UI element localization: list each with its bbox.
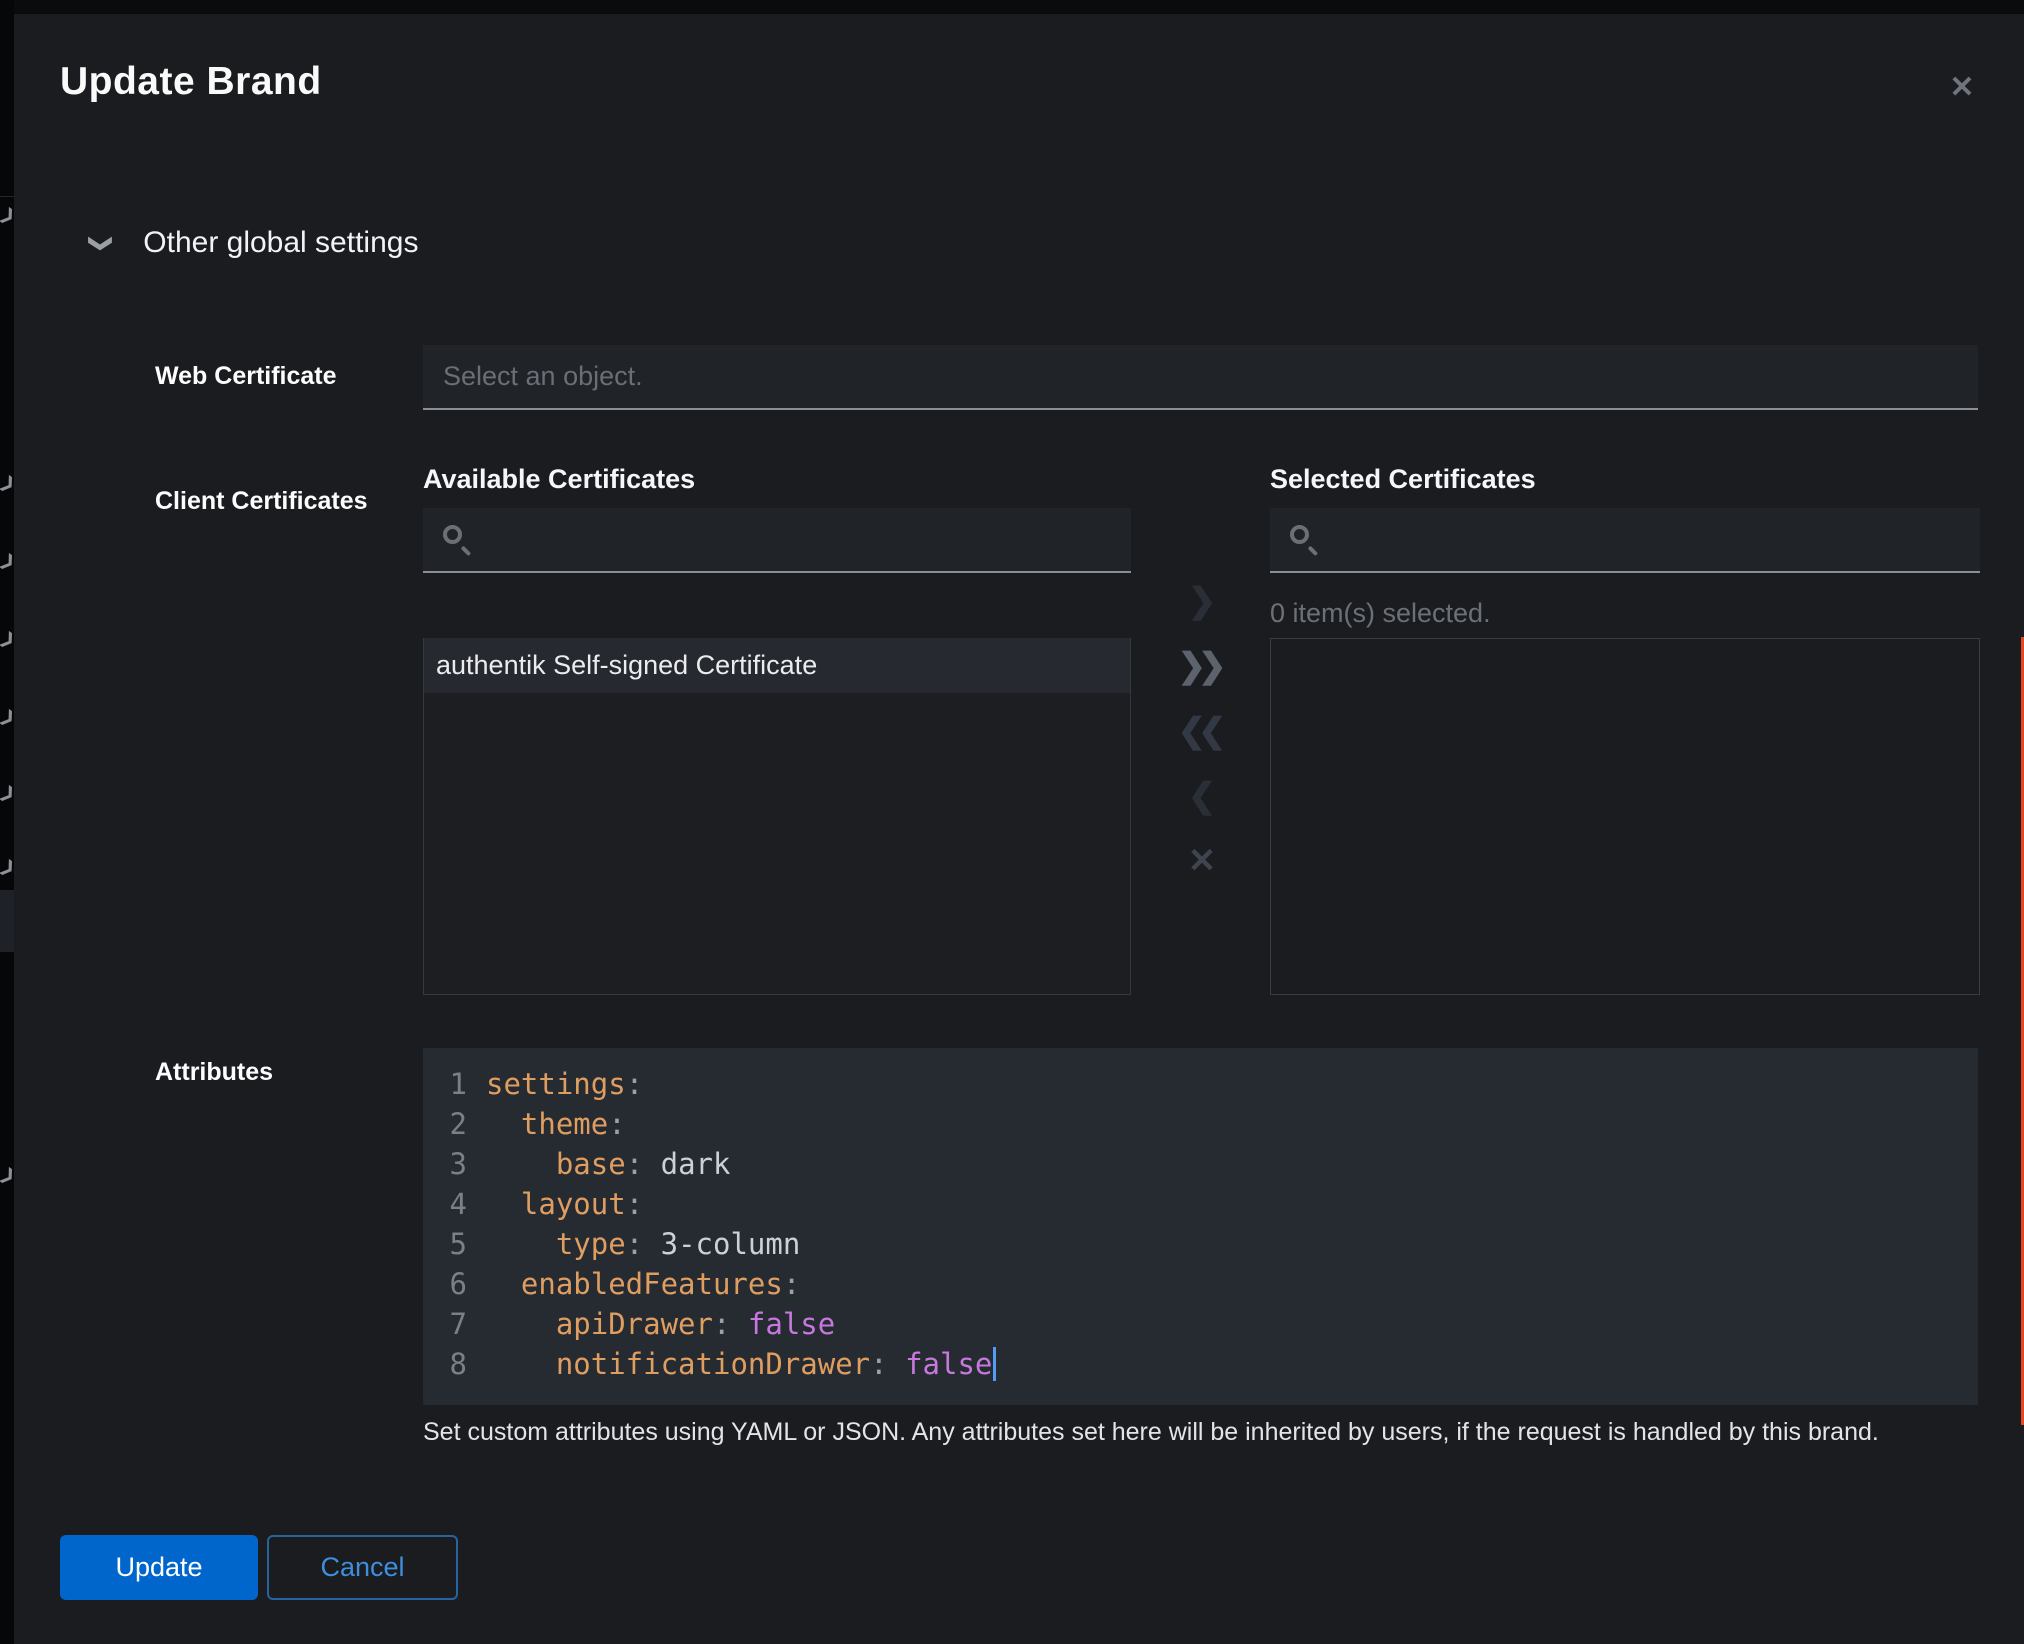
background-sidebar-strip: ❯ ❯ ❯ ❯ ❯ ❯ ❯ ❯ (0, 0, 14, 1644)
web-certificate-input[interactable] (423, 345, 1978, 410)
attributes-editor[interactable]: 1settings:2 theme:3 base: dark4 layout:5… (423, 1048, 1978, 1405)
other-global-settings-toggle[interactable]: ❯ Other global settings (92, 226, 418, 260)
code-line[interactable]: 1settings: (423, 1064, 1978, 1104)
code-line[interactable]: 5 type: 3-column (423, 1224, 1978, 1264)
chevron-right-icon: ❯ (0, 550, 14, 575)
close-icon: ✕ (1949, 73, 1974, 103)
code-text: base: dark (467, 1147, 730, 1181)
line-number: 8 (423, 1347, 467, 1381)
code-text: notificationDrawer: false (467, 1347, 996, 1381)
available-certificates-list: authentik Self-signed Certificate (423, 638, 1131, 995)
available-search-box (423, 508, 1131, 573)
code-line[interactable]: 6 enabledFeatures: (423, 1264, 1978, 1304)
line-number: 2 (423, 1107, 467, 1141)
move-all-left-button[interactable]: ❮❮ (1172, 703, 1232, 759)
chevron-right-icon: ❯ (0, 1164, 14, 1189)
chevron-right-icon: ❯ (1188, 584, 1217, 618)
available-search-input[interactable] (473, 508, 1131, 571)
move-selected-left-button[interactable]: ❮ (1172, 768, 1232, 824)
selected-certificates-heading: Selected Certificates (1270, 464, 1536, 495)
group-toggle-label: Other global settings (143, 226, 418, 260)
attributes-help-text: Set custom attributes using YAML or JSON… (423, 1416, 1923, 1449)
code-text: type: 3-column (467, 1227, 800, 1261)
selected-certificates-list (1270, 638, 1980, 995)
code-text: settings: (467, 1067, 643, 1101)
chevron-right-icon: ❯ (0, 706, 14, 731)
selected-search-input[interactable] (1320, 508, 1980, 571)
screen: ❯ ❯ ❯ ❯ ❯ ❯ ❯ ❯ Update Brand ✕ ❯ Other g… (0, 0, 2024, 1644)
x-icon: ✕ (1188, 844, 1217, 878)
list-item-certificate[interactable]: authentik Self-signed Certificate (424, 638, 1130, 693)
double-chevron-right-icon: ❯❯ (1178, 649, 1227, 683)
line-number: 5 (423, 1227, 467, 1261)
code-text: theme: (467, 1107, 626, 1141)
code-line[interactable]: 3 base: dark (423, 1144, 1978, 1184)
search-icon (1290, 525, 1320, 555)
code-line[interactable]: 8 notificationDrawer: false (423, 1344, 1978, 1384)
attributes-editor-lines: 1settings:2 theme:3 base: dark4 layout:5… (423, 1064, 1978, 1384)
line-number: 7 (423, 1307, 467, 1341)
close-button[interactable]: ✕ (1932, 58, 1992, 118)
text-cursor (993, 1347, 996, 1381)
attributes-label: Attributes (155, 1058, 273, 1087)
chevron-right-icon: ❯ (0, 782, 14, 807)
divider (0, 196, 14, 197)
move-selected-right-button[interactable]: ❯ (1172, 573, 1232, 629)
chevron-left-icon: ❮ (1188, 779, 1217, 813)
line-number: 1 (423, 1067, 467, 1101)
page-title: Update Brand (60, 60, 322, 104)
code-text: apiDrawer: false (467, 1307, 835, 1341)
chevron-right-icon: ❯ (0, 204, 14, 229)
web-certificate-label: Web Certificate (155, 362, 337, 391)
line-number: 6 (423, 1267, 467, 1301)
code-text: enabledFeatures: (467, 1267, 800, 1301)
chevron-right-icon: ❯ (0, 472, 14, 497)
move-all-right-button[interactable]: ❯❯ (1172, 638, 1232, 694)
client-certificates-label: Client Certificates (155, 487, 368, 516)
code-text: layout: (467, 1187, 643, 1221)
chevron-right-icon: ❯ (0, 856, 14, 881)
clear-selection-button[interactable]: ✕ (1172, 833, 1232, 889)
chevron-right-icon: ❯ (0, 628, 14, 653)
cancel-button[interactable]: Cancel (267, 1535, 458, 1600)
code-line[interactable]: 7 apiDrawer: false (423, 1304, 1978, 1344)
code-line[interactable]: 4 layout: (423, 1184, 1978, 1224)
selected-count-status: 0 item(s) selected. (1270, 598, 1491, 629)
available-certificates-heading: Available Certificates (423, 464, 695, 495)
line-number: 4 (423, 1187, 467, 1221)
line-number: 3 (423, 1147, 467, 1181)
code-line[interactable]: 2 theme: (423, 1104, 1978, 1144)
update-button[interactable]: Update (60, 1535, 258, 1600)
double-chevron-left-icon: ❮❮ (1178, 714, 1227, 748)
search-icon (443, 525, 473, 555)
selected-search-box (1270, 508, 1980, 573)
chevron-down-icon: ❯ (88, 233, 115, 252)
active-nav-item-fragment (0, 890, 14, 952)
